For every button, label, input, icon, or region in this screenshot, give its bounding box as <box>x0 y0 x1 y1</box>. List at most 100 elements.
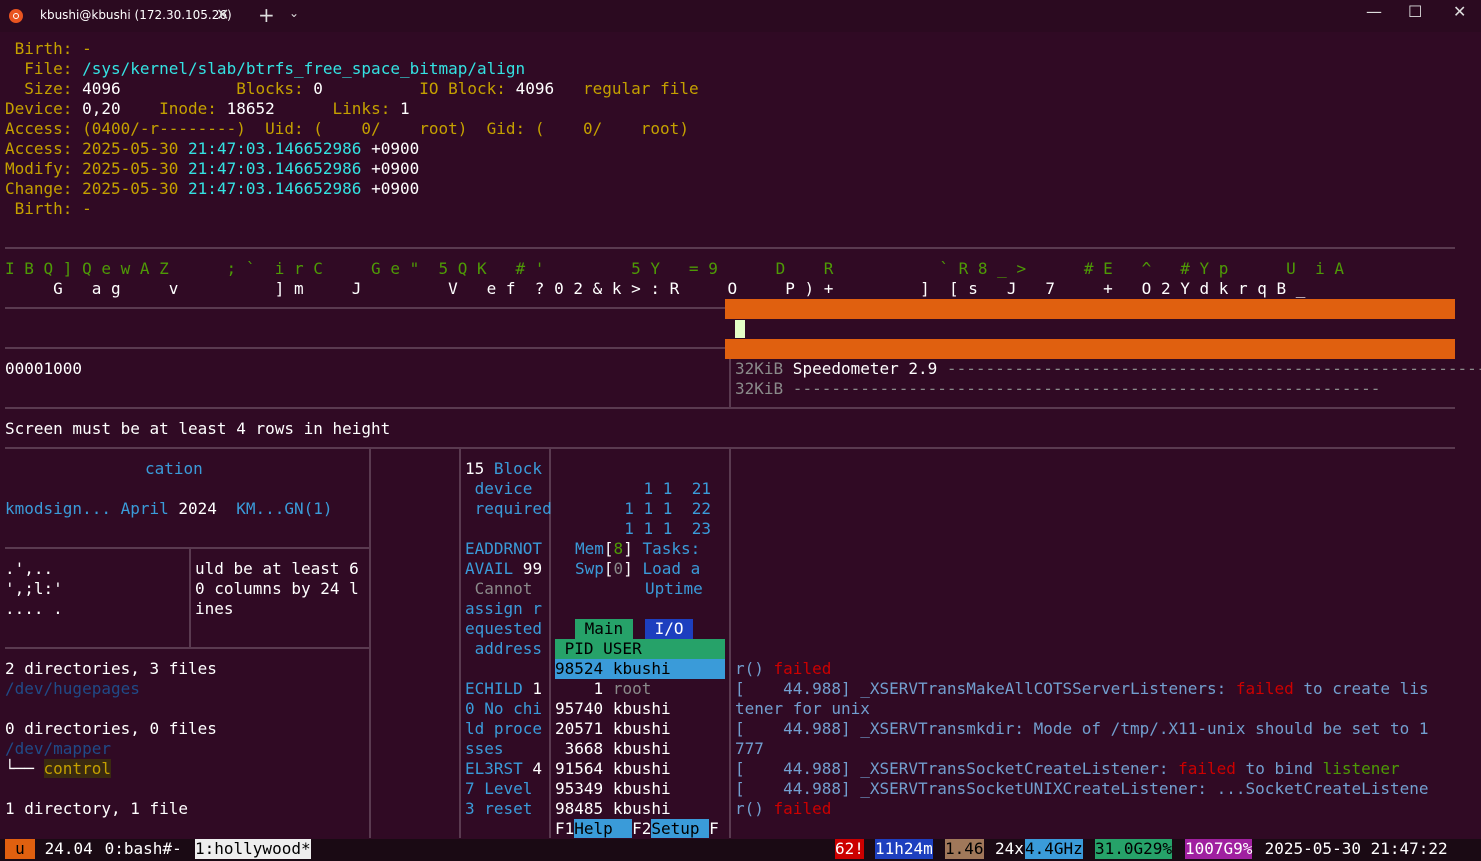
ascii-art-line: .',.. <box>5 559 54 578</box>
process-row[interactable]: 95349 kbushi <box>555 779 725 799</box>
title-bar: kbushi@kbushi (172.30.105.26) ✕ + ⌄ — ☐ … <box>0 0 1481 32</box>
stat-size-line: Size: 4096 Blocks: 0 IO Block: 4096 regu… <box>5 79 699 98</box>
cpu-meter: 1 1 1 22 <box>605 499 711 518</box>
process-user: kbushi <box>612 699 671 718</box>
cpu-count: 24x <box>995 839 1024 858</box>
uptime-label: Uptime <box>645 579 703 598</box>
errno-line: EADDRNOT <box>465 539 543 558</box>
process-pid: 98524 <box>555 659 604 678</box>
process-user: root <box>612 679 652 698</box>
process-user: kbushi <box>612 759 671 778</box>
divider <box>5 247 1455 249</box>
matrix-rain-row: G a g v ] m J V e f ? 0 2 & k > : R O P … <box>5 279 1306 298</box>
load-badge: 1.46 <box>945 839 984 859</box>
speedometer-row: 32KiB Speedometer 2.9 ------------------… <box>735 359 1481 378</box>
errno-line: ECHILD 1 <box>465 679 543 698</box>
terminal-tab[interactable]: kbushi@kbushi (172.30.105.26) ✕ <box>0 0 243 32</box>
process-row[interactable]: 1 root <box>555 679 725 699</box>
process-pid: 98485 <box>555 799 604 818</box>
tree-summary: 2 directories, 3 files <box>5 659 217 678</box>
progress-bar-bottom <box>725 339 1455 359</box>
speedometer-row: 32KiB ----------------------------------… <box>735 379 1381 398</box>
new-tab-button[interactable]: + <box>258 3 275 27</box>
datetime: 2025-05-30 21:47:22 <box>1255 839 1448 858</box>
log-line: [ 44.988] _XSERVTransMakeAllCOTSServerLi… <box>735 679 1429 698</box>
process-row[interactable]: 91564 kbushi <box>555 759 725 779</box>
errno-line: EL3RST 4 <box>465 759 543 778</box>
cpu-freq-badge: 4.4GHz <box>1025 839 1083 859</box>
chevron-down-icon[interactable]: ⌄ <box>289 6 299 20</box>
tab-title: kbushi@kbushi (172.30.105.26) <box>40 8 232 22</box>
function-keys: F1Help F2Setup F <box>555 819 719 838</box>
stat-modify-line: Modify: 2025-05-30 21:47:03.146652986 +0… <box>5 159 420 178</box>
process-table-header: PID USER <box>555 639 725 659</box>
window-tab-bash[interactable]: 0:bash#- <box>95 839 182 859</box>
ubuntu-icon <box>9 9 23 23</box>
stat-file-line: File: /sys/kernel/slab/btrfs_free_space_… <box>5 59 526 78</box>
disk-badge: 1007G9% <box>1185 839 1253 859</box>
maximize-button[interactable]: ☐ <box>1408 2 1422 21</box>
setup-key[interactable]: Setup <box>651 819 710 838</box>
process-row[interactable]: 3668 kbushi <box>555 739 725 759</box>
errno-line: assign r <box>465 599 543 618</box>
terminal-cursor <box>735 320 745 338</box>
process-row[interactable]: 20571 kbushi <box>555 719 725 739</box>
divider <box>5 347 725 349</box>
divider <box>369 449 371 838</box>
errno-line: AVAIL 99 <box>465 559 543 578</box>
tab-io[interactable]: I/O <box>645 619 694 639</box>
stat-device-line: Device: 0,20 Inode: 18652 Links: 1 <box>5 99 410 118</box>
errno-line: Cannot <box>465 579 533 598</box>
stat-birth-line: Birth: - <box>5 39 92 58</box>
process-user: kbushi <box>612 659 671 678</box>
process-row[interactable]: 98485 kbushi <box>555 799 725 819</box>
os-version: 24.04 <box>35 839 93 858</box>
small-screen-msg: ines <box>195 599 234 618</box>
errno-line: device <box>465 479 533 498</box>
divider <box>5 647 369 649</box>
close-button[interactable]: ✕ <box>1453 2 1466 21</box>
swap-meter: Swp[0] Load a <box>575 559 701 578</box>
errno-line: required <box>465 499 552 518</box>
divider <box>5 547 369 549</box>
errno-line: 15 Block <box>465 459 543 478</box>
divider <box>729 359 731 407</box>
help-key[interactable]: Help <box>574 819 633 838</box>
process-pid: 1 <box>555 679 604 698</box>
small-screen-msg: uld be at least 6 <box>195 559 359 578</box>
process-row[interactable]: 98524 kbushi <box>555 659 725 679</box>
errno-line: 7 Level <box>465 779 533 798</box>
stat-birth2-line: Birth: - <box>5 199 92 218</box>
process-user: kbushi <box>612 739 671 758</box>
ascii-art-line: .... . <box>5 599 63 618</box>
divider <box>189 549 191 649</box>
warning-badge: 62! <box>835 839 864 859</box>
log-line: r() failed <box>735 659 832 678</box>
process-user: kbushi <box>612 719 671 738</box>
window-tab-hollywood[interactable]: 1:hollywood* <box>195 839 311 859</box>
tab-main[interactable]: Main <box>575 619 633 639</box>
log-line: r() failed <box>735 799 832 818</box>
man-footer: kmodsign... April 2024 KM...GN(1) <box>5 499 333 518</box>
log-line: [ 44.988] _XSERVTransmkdir: Mode of /tmp… <box>735 719 1429 738</box>
minimize-button[interactable]: — <box>1366 2 1382 21</box>
cpu-meter: 1 1 1 23 <box>605 519 711 538</box>
tree-dir: /dev/hugepages <box>5 679 140 698</box>
stat-access-line: Access: 2025-05-30 21:47:03.146652986 +0… <box>5 139 420 158</box>
errno-line: 3 reset <box>465 799 533 818</box>
tree-summary: 0 directories, 0 files <box>5 719 217 738</box>
ascii-art-line: ',;l:' <box>5 579 63 598</box>
divider <box>5 307 725 309</box>
tree-dir: /dev/mapper <box>5 739 111 758</box>
process-user: kbushi <box>612 799 671 818</box>
session-indicator: u <box>5 839 35 859</box>
cpu-meter: 1 1 21 <box>605 479 711 498</box>
errno-line: 0 No chi <box>465 699 543 718</box>
errno-line: equested <box>465 619 543 638</box>
tab-close-icon[interactable]: ✕ <box>216 5 229 24</box>
hex-output: 00001000 <box>5 359 83 378</box>
matrix-rain-row: I B Q ] Q e w A Z ; ` i r C G e " 5 Q K … <box>5 259 1344 278</box>
errno-line: address <box>465 639 543 658</box>
mem-meter: Mem[8] Tasks: <box>575 539 701 558</box>
process-row[interactable]: 95740 kbushi <box>555 699 725 719</box>
